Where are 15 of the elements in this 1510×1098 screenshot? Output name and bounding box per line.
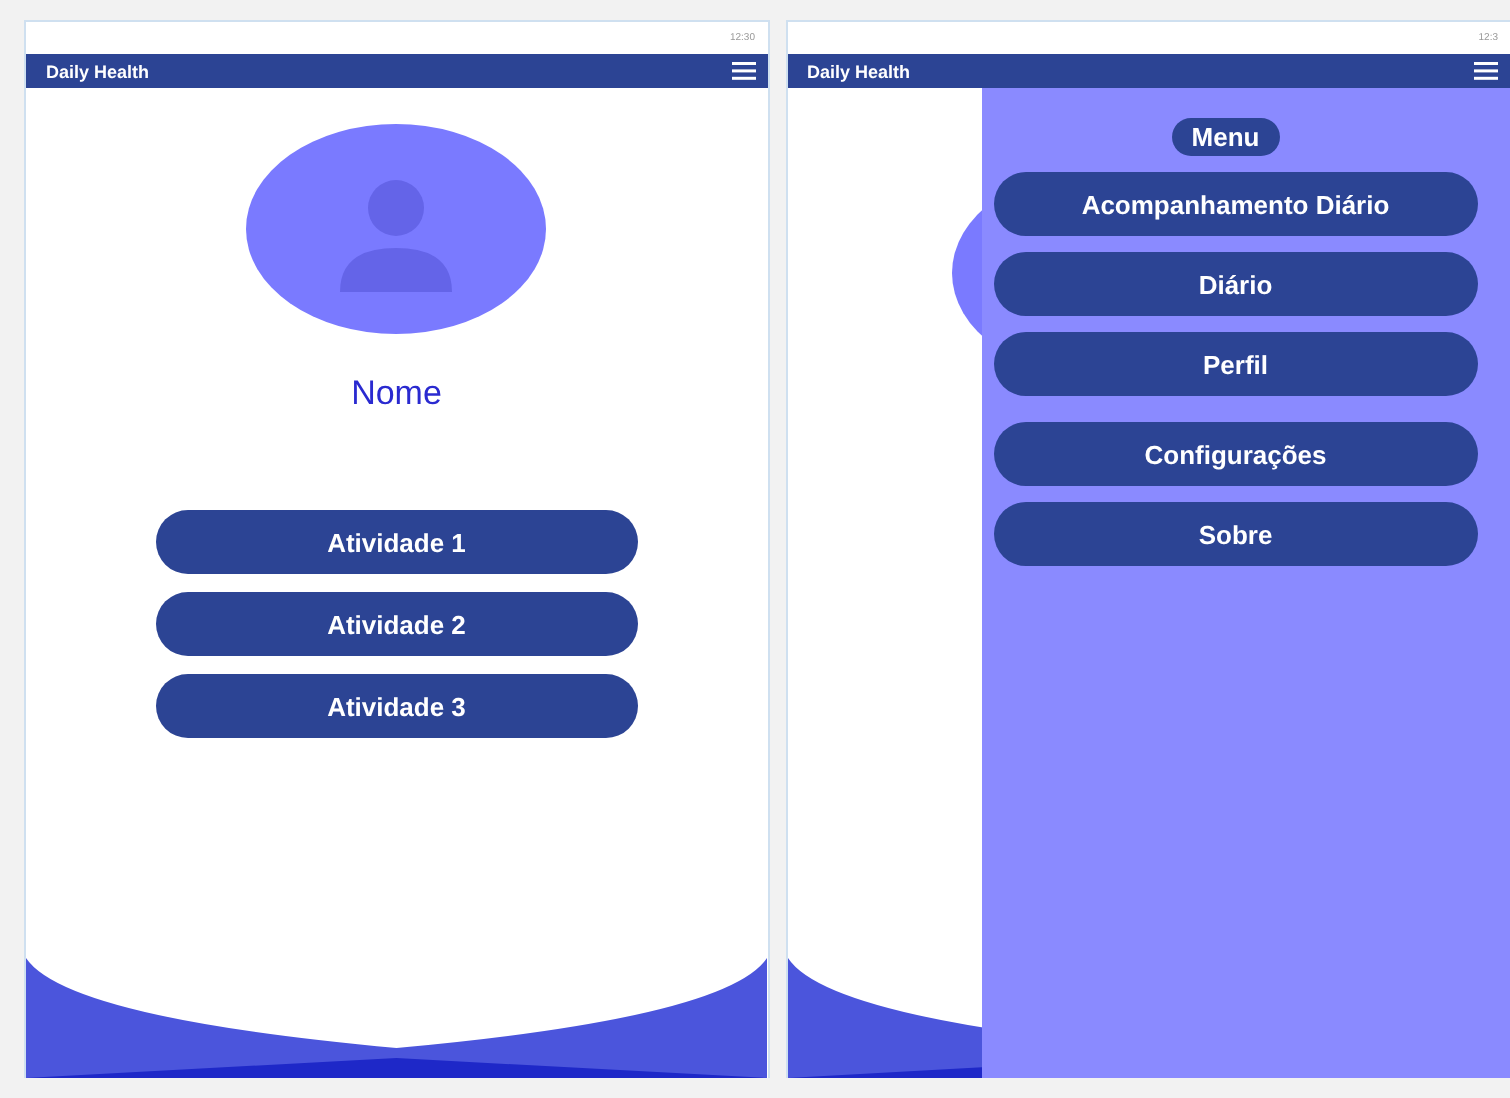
avatar-icon	[246, 124, 547, 334]
menu-icon[interactable]	[1474, 62, 1498, 80]
profile-name: Nome	[351, 374, 442, 414]
menu-item[interactable]: Perfil	[993, 332, 1478, 396]
app-title: Daily Health	[46, 61, 150, 81]
activity-button[interactable]: Atividade 3	[155, 674, 638, 738]
menu-item[interactable]: Sobre	[993, 502, 1478, 566]
menu-title: Menu	[1171, 118, 1280, 156]
menu-item[interactable]: Diário	[993, 252, 1478, 316]
menu-item[interactable]: Configurações	[993, 422, 1478, 486]
menu-item[interactable]: Acompanhamento Diário	[993, 172, 1478, 236]
activity-button[interactable]: Atividade 1	[155, 510, 638, 574]
app-title: Daily Health	[807, 61, 911, 81]
activity-button[interactable]: Atividade 2	[155, 592, 638, 656]
menu-icon[interactable]	[731, 62, 755, 80]
